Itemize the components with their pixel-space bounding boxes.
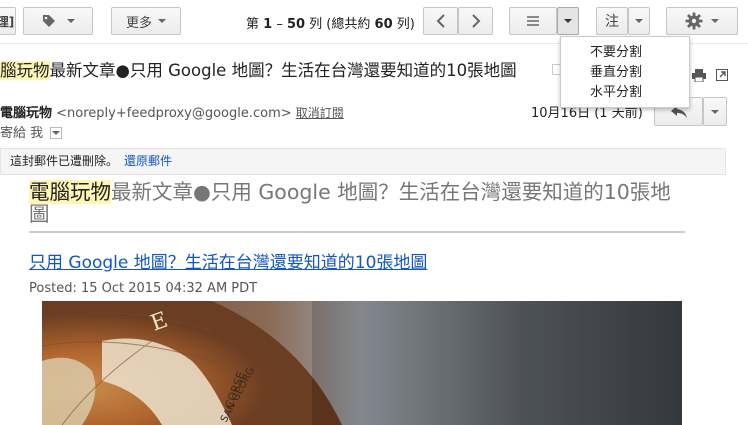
subject-text: 最新文章●只用 Google 地圖？生活在台灣還要知道的10張地圖: [49, 61, 517, 80]
split-pane-dropdown[interactable]: [557, 7, 579, 35]
tag-icon: [43, 15, 55, 27]
chevron-down-icon: [711, 19, 719, 23]
chevron-down-icon: [158, 19, 166, 23]
reply-more-dropdown[interactable]: [703, 97, 727, 126]
chevron-down-icon: [67, 19, 75, 23]
pagination-text: 第 1 – 50 列 (總共約 60 列): [246, 17, 415, 32]
chevron-right-icon: [471, 14, 480, 28]
recipient-text: 寄給 我: [0, 126, 44, 141]
gear-icon: [685, 12, 703, 30]
older-button[interactable]: [458, 7, 493, 35]
globe-photo: E CORSE SAN GEORG: [42, 301, 682, 425]
deleted-notice-bar: 這封郵件已遭刪除。 還原郵件: [0, 148, 726, 175]
chevron-down-icon: [564, 19, 572, 23]
article-divider: [29, 231, 685, 233]
input-tools-button[interactable]: 注: [596, 7, 628, 35]
posted-date: Posted: 15 Oct 2015 04:32 AM PDT: [29, 281, 258, 296]
menu-item-horizontal-split[interactable]: 水平分割: [561, 83, 689, 103]
split-pane-menu: 不要分割 垂直分割 水平分割: [560, 36, 690, 108]
email-subject: 腦玩物最新文章●只用 Google 地圖？生活在台灣還要知道的10張地圖: [0, 57, 517, 81]
article-title: 電腦玩物最新文章●只用 Google 地圖？生活在台灣還要知道的10張地圖: [29, 180, 689, 226]
article-title-text: 最新文章●只用 Google 地圖？生活在台灣還要知道的10張地圖: [29, 180, 671, 226]
labels-button-truncated[interactable]: 理]: [0, 7, 16, 35]
more-button[interactable]: 更多: [111, 7, 181, 35]
chevron-left-icon: [436, 14, 445, 28]
menu-item-no-split[interactable]: 不要分割: [561, 43, 689, 63]
print-icon[interactable]: [692, 69, 706, 82]
labels-button-label: 理]: [0, 14, 15, 29]
article-link[interactable]: 只用 Google 地圖？生活在台灣還要知道的10張地圖: [29, 248, 427, 273]
deleted-notice-text: 這封郵件已遭刪除。: [10, 154, 119, 168]
article-title-highlight: 電腦玩物: [29, 180, 111, 204]
article-image: E CORSE SAN GEORG: [42, 301, 682, 425]
subject-highlight: 腦玩物: [0, 61, 50, 80]
settings-button[interactable]: [666, 7, 738, 35]
new-window-icon[interactable]: [716, 69, 728, 81]
unsubscribe-link[interactable]: 取消訂閱: [296, 106, 344, 120]
sender-email: <noreply+feedproxy@google.com>: [56, 106, 292, 121]
recipient-line: 寄給 我: [0, 122, 63, 141]
chevron-down-icon: [52, 130, 61, 135]
split-pane-toggle[interactable]: [509, 7, 557, 35]
sender-line: 電腦玩物 <noreply+feedproxy@google.com> 取消訂閱: [0, 102, 344, 121]
input-tools-dropdown[interactable]: [628, 7, 650, 35]
restore-link[interactable]: 還原郵件: [124, 154, 172, 168]
labels-menu-button[interactable]: [23, 7, 93, 35]
menu-item-vertical-split[interactable]: 垂直分割: [561, 63, 689, 83]
list-icon: [527, 16, 539, 26]
input-tools-label: 注: [605, 14, 619, 30]
chevron-down-icon: [711, 109, 719, 114]
sender-name: 電腦玩物: [0, 106, 53, 121]
chevron-down-icon: [635, 19, 643, 23]
newer-button[interactable]: [423, 7, 458, 35]
more-label: 更多: [125, 15, 152, 31]
recipient-details-toggle[interactable]: [50, 126, 63, 139]
